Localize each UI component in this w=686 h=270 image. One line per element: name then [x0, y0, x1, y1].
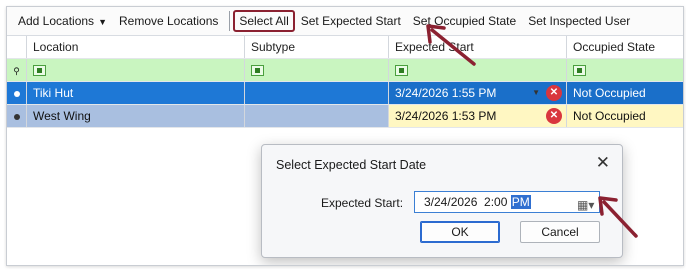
set-inspected-user-button[interactable]: Set Inspected User [523, 11, 635, 31]
expected-start-label: Expected Start: [321, 196, 404, 210]
dialog-title: Select Expected Start Date [276, 158, 427, 172]
filter-row-indicator: ⚲ [7, 59, 27, 81]
clear-icon[interactable]: ✕ [546, 85, 562, 101]
select-expected-start-dialog: Select Expected Start Date ✕ Expected St… [261, 144, 623, 258]
app-window: Add Locations ▼ Remove Locations Select A… [6, 6, 684, 266]
cell-expected-start[interactable]: 3/24/2026 1:53 PM ✕ [389, 105, 567, 127]
filter-row: ⚲ [7, 59, 683, 82]
table-row[interactable]: West Wing 3/24/2026 1:53 PM ✕ Not Occupie… [7, 105, 683, 128]
filter-grid-icon [33, 65, 46, 76]
datetime-value: 3/24/2026 2:00 [424, 195, 511, 209]
row-indicator-header [7, 36, 27, 58]
chevron-down-icon[interactable]: ▼ [532, 82, 540, 104]
cell-subtype[interactable] [245, 105, 389, 127]
set-expected-start-button[interactable]: Set Expected Start [296, 11, 406, 31]
filter-cell-location[interactable] [27, 59, 245, 81]
calendar-dropdown-icon[interactable]: ▦▾ [577, 195, 595, 212]
add-locations-label: Add Locations [18, 14, 95, 28]
filter-grid-icon [395, 65, 408, 76]
header-row: Location Subtype Expected Start Occupied… [7, 36, 683, 59]
filter-grid-icon [251, 65, 264, 76]
row-indicator[interactable] [7, 82, 27, 104]
toolbar: Add Locations ▼ Remove Locations Select A… [7, 7, 683, 36]
filter-icon: ⚲ [13, 66, 20, 76]
set-occupied-state-button[interactable]: Set Occupied State [408, 11, 521, 31]
cell-location[interactable]: Tiki Hut [27, 82, 245, 104]
expected-start-datetime-input[interactable]: 3/24/2026 2:00 PM ▦▾ [414, 191, 600, 213]
row-pointer-icon [13, 91, 20, 97]
ampm-selected-value: PM [510, 195, 531, 209]
cell-subtype[interactable] [245, 82, 389, 104]
expected-start-value: 3/24/2026 1:55 PM [395, 86, 497, 100]
select-all-button[interactable]: Select All [233, 10, 295, 32]
chevron-down-icon: ▼ [98, 17, 107, 27]
cell-occupied-state[interactable]: Not Occupied [567, 82, 683, 104]
column-header-subtype[interactable]: Subtype [245, 36, 389, 58]
row-indicator[interactable] [7, 105, 27, 127]
toolbar-divider [229, 11, 231, 31]
column-header-location[interactable]: Location [27, 36, 245, 58]
filter-cell-expected-start[interactable] [389, 59, 567, 81]
expected-start-value: 3/24/2026 1:53 PM [395, 109, 497, 123]
cell-occupied-state[interactable]: Not Occupied [567, 105, 683, 127]
table-row[interactable]: Tiki Hut 3/24/2026 1:55 PM ▼ ✕ Not Occupie… [7, 82, 683, 105]
column-header-occupied-state[interactable]: Occupied State [567, 36, 683, 58]
cell-expected-start[interactable]: 3/24/2026 1:55 PM ▼ ✕ [389, 82, 567, 104]
filter-cell-occupied-state[interactable] [567, 59, 683, 81]
row-pointer-icon [13, 114, 20, 120]
remove-locations-button[interactable]: Remove Locations [114, 11, 223, 31]
cancel-button[interactable]: Cancel [520, 221, 600, 243]
close-icon[interactable]: ✕ [596, 153, 610, 173]
column-header-expected-start[interactable]: Expected Start [389, 36, 567, 58]
ok-button[interactable]: OK [420, 221, 500, 243]
filter-grid-icon [573, 65, 586, 76]
cell-location[interactable]: West Wing [27, 105, 245, 127]
add-locations-button[interactable]: Add Locations ▼ [13, 11, 112, 31]
clear-icon[interactable]: ✕ [546, 108, 562, 124]
locations-grid: Location Subtype Expected Start Occupied… [7, 36, 683, 128]
filter-cell-subtype[interactable] [245, 59, 389, 81]
